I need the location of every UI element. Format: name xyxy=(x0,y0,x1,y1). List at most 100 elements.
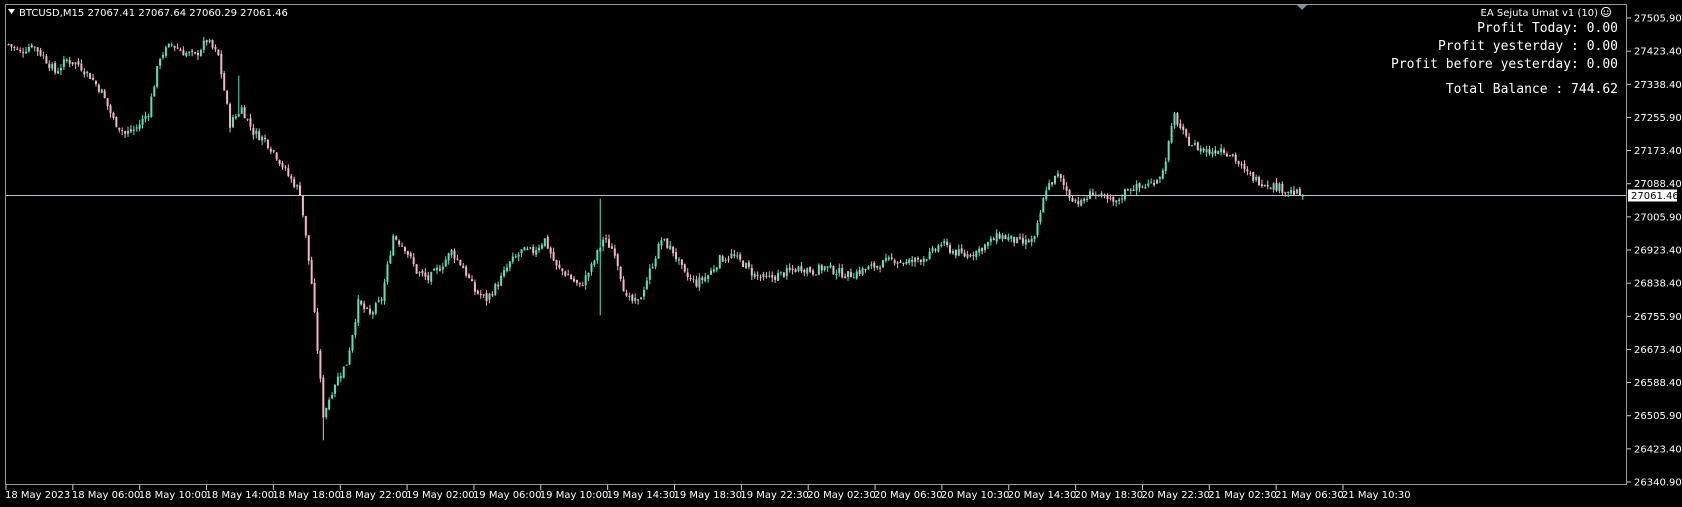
candle-body xyxy=(92,77,95,80)
candle-body xyxy=(1056,173,1059,177)
candle-body xyxy=(730,253,733,258)
candle-body xyxy=(39,50,42,56)
candle-body xyxy=(567,274,570,276)
candle-body xyxy=(995,233,998,242)
candle-body xyxy=(135,127,138,129)
candle-body xyxy=(1153,182,1156,186)
candle-body xyxy=(1077,200,1080,205)
candle-body xyxy=(1147,183,1150,186)
candle-body xyxy=(436,267,439,270)
candle-body xyxy=(800,266,803,272)
candle-body xyxy=(564,271,567,276)
candle-body xyxy=(36,47,39,52)
candle-body xyxy=(118,127,121,130)
candle-body xyxy=(546,236,549,249)
candle-body xyxy=(304,215,307,236)
candle-body xyxy=(1269,187,1272,189)
candle-body xyxy=(666,238,669,249)
candle-body xyxy=(217,49,220,56)
candle-body xyxy=(689,277,692,279)
candle-body xyxy=(1027,240,1030,243)
x-tick-label: 20 May 18:30 xyxy=(1075,490,1144,501)
candle-body xyxy=(852,277,855,279)
candle-body xyxy=(208,40,211,42)
candle-body xyxy=(500,275,503,286)
candle-body xyxy=(739,254,742,260)
candle-body xyxy=(441,266,444,270)
candle-body xyxy=(1240,164,1243,166)
candle-body xyxy=(532,247,535,254)
candle-body xyxy=(916,257,919,260)
candle-body xyxy=(535,250,538,255)
x-tick-label: 18 May 10:00 xyxy=(139,490,208,501)
candle-body xyxy=(602,239,605,247)
candle-body xyxy=(345,364,348,366)
candle-body xyxy=(911,259,914,262)
candle-body xyxy=(505,267,508,272)
candle-body xyxy=(1246,169,1249,172)
candle-body xyxy=(147,115,150,117)
candle-body xyxy=(389,255,392,264)
candle-body xyxy=(570,275,573,279)
candle-body xyxy=(1074,199,1077,202)
candle-body xyxy=(476,290,479,294)
candle-body xyxy=(1278,183,1281,192)
candle-body xyxy=(77,61,80,65)
ea-label[interactable]: EA Sejuta Umat v1 (10) xyxy=(1481,8,1599,19)
candle-body xyxy=(768,275,771,277)
candle-body xyxy=(196,52,199,56)
candle-body xyxy=(80,63,83,71)
candle-body xyxy=(491,294,494,296)
candle-body xyxy=(1258,177,1261,185)
candle-body xyxy=(803,270,806,273)
candle-body xyxy=(578,282,581,285)
candle-body xyxy=(788,267,791,270)
time-axis: 18 May 2023 18 May 06:0018 May 10:0018 Ma… xyxy=(5,485,1411,501)
candle-body xyxy=(255,130,258,134)
candle-body xyxy=(669,245,672,250)
candle-body xyxy=(450,249,453,255)
candle-body xyxy=(371,312,374,315)
candle-body xyxy=(316,312,319,351)
candle-body xyxy=(1298,188,1301,196)
candle-body xyxy=(986,242,989,246)
candle-body xyxy=(153,86,156,97)
candle-body xyxy=(68,60,71,64)
candle-body xyxy=(972,254,975,256)
candle-body xyxy=(1129,189,1132,191)
candle-body xyxy=(497,284,500,287)
candle-body xyxy=(896,262,899,264)
candle-body xyxy=(820,265,823,271)
candle-body xyxy=(243,107,246,119)
candle-body xyxy=(406,251,409,255)
candle-body xyxy=(167,43,170,48)
candle-body xyxy=(526,248,529,250)
candle-body xyxy=(24,51,27,54)
candle-body xyxy=(237,114,240,117)
candle-body xyxy=(1266,184,1269,187)
candle-body xyxy=(1144,187,1147,189)
candle-body xyxy=(401,245,404,247)
shift-marker-icon[interactable] xyxy=(1297,5,1307,10)
smiley-icon[interactable] xyxy=(1600,6,1612,18)
candle-body xyxy=(10,44,13,47)
candle-body xyxy=(975,250,978,258)
candle-body xyxy=(392,235,395,256)
candle-body xyxy=(144,115,147,119)
profit-before-yesterday: Profit before yesterday: 0.00 xyxy=(1391,57,1618,72)
candle-body xyxy=(1112,196,1115,202)
candle-body xyxy=(1010,235,1013,239)
candle-body xyxy=(54,63,57,73)
candle-body xyxy=(625,292,628,296)
candle-body xyxy=(386,264,389,282)
candle-body xyxy=(284,166,287,168)
candle-body xyxy=(357,299,360,323)
y-tick-label: 26505.90 xyxy=(1634,411,1682,422)
candle-body xyxy=(637,299,640,301)
candle-body xyxy=(640,297,643,300)
candle-body xyxy=(946,241,949,245)
candle-body xyxy=(124,131,127,134)
candle-body xyxy=(581,285,584,287)
candle-body xyxy=(928,251,931,259)
chart-menu-icon[interactable] xyxy=(8,9,15,14)
